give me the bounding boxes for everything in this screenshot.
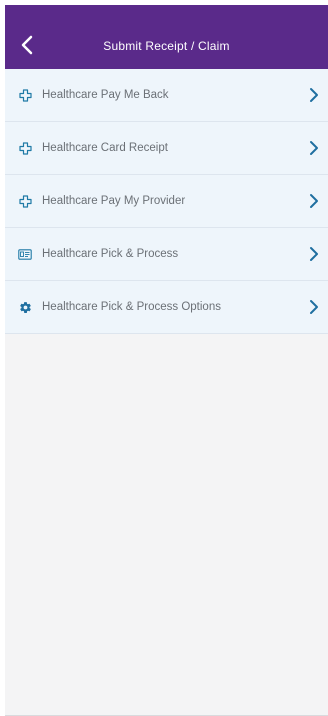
- chevron-right-icon: [306, 246, 322, 262]
- chevron-right-icon: [306, 140, 322, 156]
- menu-item-pay-my-provider[interactable]: Healthcare Pay My Provider: [5, 175, 328, 228]
- chevron-left-icon: [21, 35, 33, 55]
- gear-icon: [18, 300, 32, 314]
- menu-item-card-receipt[interactable]: Healthcare Card Receipt: [5, 122, 328, 175]
- menu-item-label: Healthcare Pay Me Back: [42, 89, 169, 101]
- claim-options-list: Healthcare Pay Me Back Healthcare Card R…: [5, 69, 328, 334]
- menu-item-label: Healthcare Pay My Provider: [42, 195, 186, 207]
- chevron-right-icon: [306, 87, 322, 103]
- menu-item-label: Healthcare Pick & Process Options: [42, 301, 221, 313]
- chevron-right-icon: [306, 193, 322, 209]
- id-card-icon: [18, 247, 32, 261]
- menu-item-label: Healthcare Card Receipt: [42, 142, 168, 154]
- app-header: Submit Receipt / Claim: [5, 5, 328, 69]
- medical-cross-icon: [18, 141, 32, 155]
- menu-item-pick-and-process[interactable]: Healthcare Pick & Process: [5, 228, 328, 281]
- menu-item-label: Healthcare Pick & Process: [42, 248, 179, 260]
- app-screen: Submit Receipt / Claim Healthcare Pay Me…: [5, 5, 328, 716]
- menu-item-pay-me-back[interactable]: Healthcare Pay Me Back: [5, 69, 328, 122]
- back-button[interactable]: [13, 31, 41, 59]
- medical-cross-icon: [18, 88, 32, 102]
- menu-item-pick-and-process-options[interactable]: Healthcare Pick & Process Options: [5, 281, 328, 334]
- medical-cross-icon: [18, 194, 32, 208]
- chevron-right-icon: [306, 299, 322, 315]
- page-title: Submit Receipt / Claim: [103, 39, 230, 53]
